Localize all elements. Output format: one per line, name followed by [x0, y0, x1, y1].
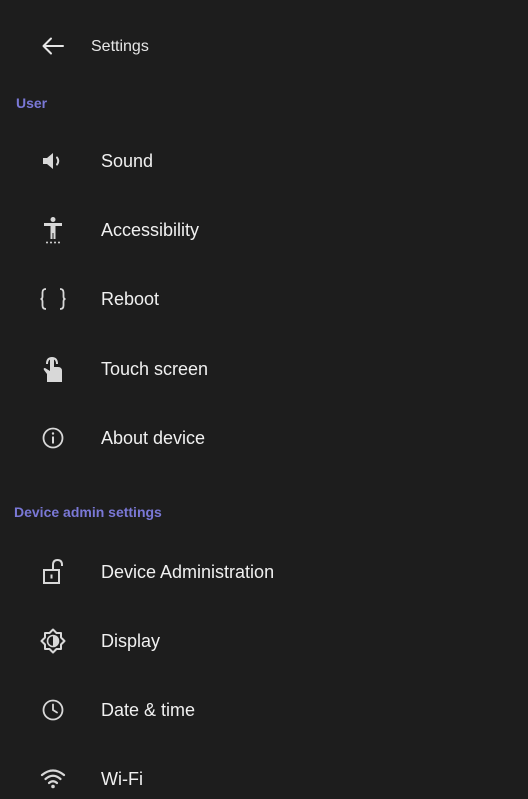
section-title-device-admin: Device admin settings [14, 504, 162, 520]
settings-item-accessibility[interactable]: Accessibility [0, 200, 528, 260]
settings-item-label: Touch screen [101, 359, 209, 379]
settings-item-label: Sound [101, 151, 154, 171]
app-header: Settings [0, 0, 528, 92]
touch-icon [37, 355, 69, 383]
arrow-left-icon [42, 37, 64, 55]
settings-item-label: Wi-Fi [101, 769, 143, 789]
wifi-icon [37, 765, 69, 793]
settings-item-label: About device [101, 428, 206, 448]
settings-item-device-administration[interactable]: Device Administration [0, 542, 528, 602]
brightness-icon [37, 627, 69, 655]
braces-icon [37, 285, 69, 313]
settings-screen: Settings User Sound Accessibility Reboot… [0, 0, 528, 799]
unlock-icon [37, 558, 69, 586]
clock-icon [37, 696, 69, 724]
info-icon [37, 424, 69, 452]
settings-item-label: Accessibility [101, 220, 200, 240]
settings-item-wifi[interactable]: Wi-Fi [0, 749, 528, 799]
accessibility-icon [37, 216, 69, 244]
settings-item-reboot[interactable]: Reboot [0, 269, 528, 329]
page-title: Settings [91, 38, 149, 55]
settings-item-label: Device Administration [101, 562, 275, 582]
settings-item-display[interactable]: Display [0, 611, 528, 671]
settings-item-date-time[interactable]: Date & time [0, 680, 528, 740]
volume-icon [37, 147, 69, 175]
settings-item-sound[interactable]: Sound [0, 131, 528, 191]
settings-item-touch-screen[interactable]: Touch screen [0, 339, 528, 399]
back-button[interactable] [38, 33, 68, 59]
settings-item-about-device[interactable]: About device [0, 408, 528, 468]
settings-item-label: Reboot [101, 289, 160, 309]
settings-item-label: Date & time [101, 700, 196, 720]
settings-item-label: Display [101, 631, 161, 651]
section-title-user: User [16, 95, 48, 111]
